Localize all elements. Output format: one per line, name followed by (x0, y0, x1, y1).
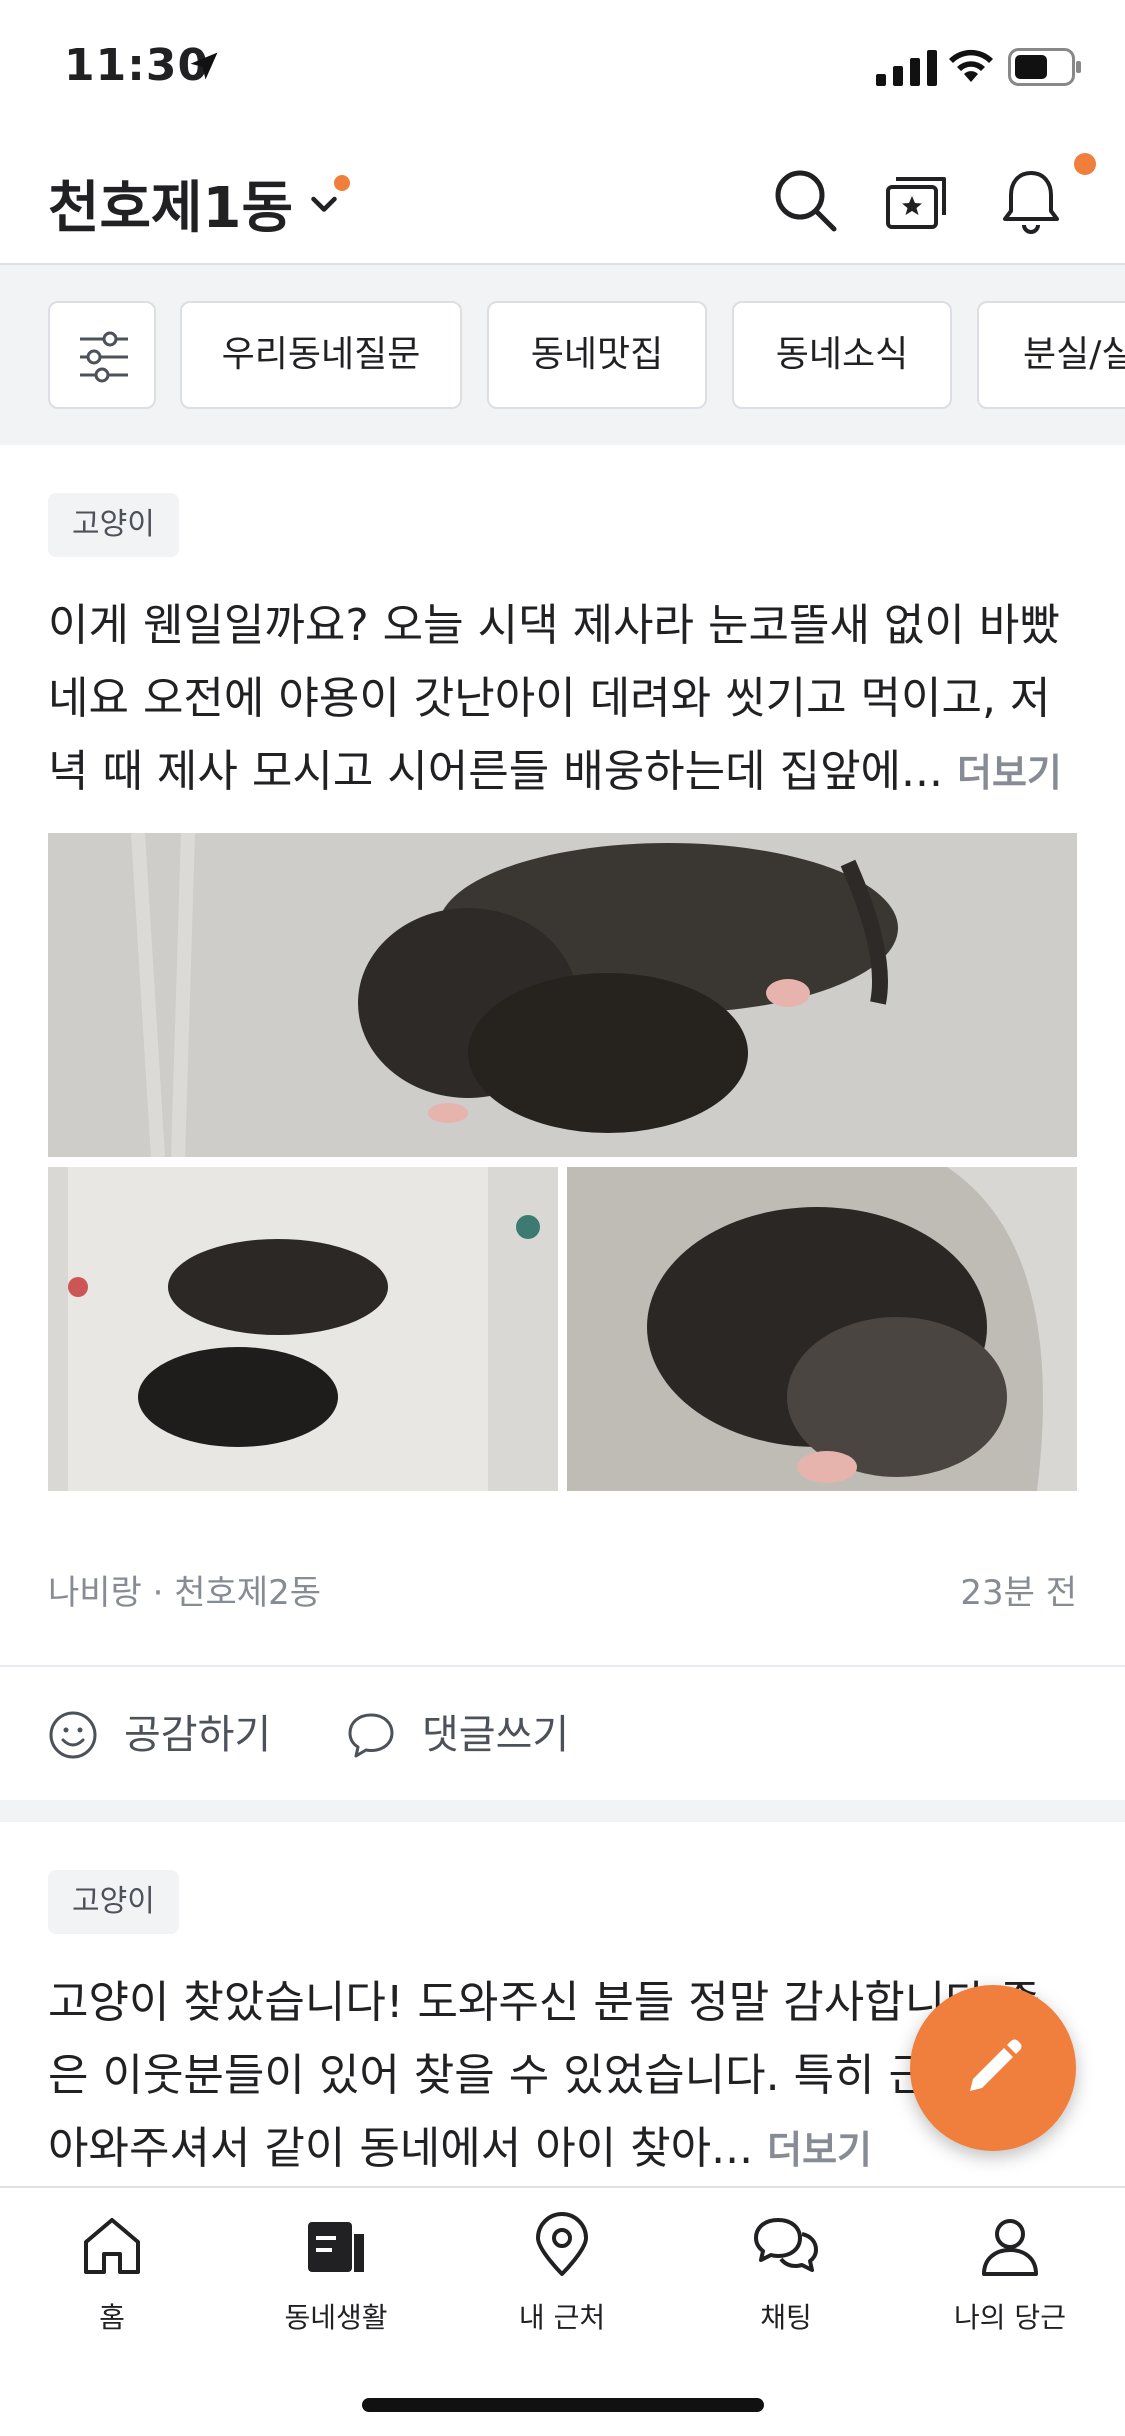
home-icon (84, 2218, 140, 2274)
tab-label: 내 근처 (518, 2301, 606, 2334)
status-bar: 11:30 (0, 0, 1125, 135)
post-separator (0, 1800, 1125, 1822)
post-body: 이게 웬일일까요? 오늘 시댁 제사라 눈코뜰새 없이 바빴네요 오전에 야용이… (48, 589, 1078, 810)
notification-bell-icon[interactable] (996, 165, 1066, 235)
cellular-signal-icon (876, 50, 937, 86)
filter-settings-button[interactable] (48, 301, 156, 409)
more-link[interactable]: 더보기 (767, 2128, 872, 2172)
tab-label: 동네생활 (284, 2301, 388, 2334)
chat-icon (754, 2218, 818, 2272)
post-photo[interactable] (567, 1167, 1077, 1491)
search-icon[interactable] (770, 165, 840, 235)
sliders-icon (80, 331, 128, 383)
location-pin-icon (536, 2212, 588, 2276)
divider (0, 1665, 1125, 1667)
meta-separator: · (152, 1573, 175, 1613)
speech-bubble-icon (348, 1713, 394, 1758)
like-button[interactable]: 공감하기 (48, 1700, 308, 1770)
smiley-icon (49, 1711, 97, 1759)
photo-grid[interactable] (48, 833, 1077, 1491)
post-photo[interactable] (48, 1167, 558, 1491)
author-name[interactable]: 나비랑 (48, 1573, 142, 1613)
author-neighborhood: 천호제2동 (174, 1573, 322, 1613)
location-arrow-icon (190, 52, 218, 80)
chevron-down-icon[interactable] (306, 187, 342, 223)
wifi-icon (949, 49, 993, 82)
category-chip[interactable]: 분실/실 (977, 301, 1125, 409)
tab-label: 채팅 (760, 2301, 812, 2334)
battery-icon (1008, 48, 1081, 86)
post-tag[interactable]: 고양이 (48, 493, 179, 557)
category-chip[interactable]: 우리동네질문 (180, 301, 462, 409)
post-tag[interactable]: 고양이 (48, 1870, 179, 1934)
feed-post[interactable]: 고양이 이게 웬일일까요? 오늘 시댁 제사라 눈코뜰새 없이 바빴네요 오전에… (0, 445, 1125, 1822)
category-chip[interactable]: 동네소식 (732, 301, 952, 409)
category-bar: 우리동네질문 동네맛집 동네소식 분실/실 (0, 265, 1125, 445)
post-meta: 나비랑 · 천호제2동 (48, 1565, 321, 1614)
location-selector[interactable]: 천호제1동 (48, 163, 293, 244)
home-indicator (362, 2398, 764, 2412)
comment-label: 댓글쓰기 (422, 1712, 570, 1758)
post-time: 23분 전 (960, 1573, 1077, 1613)
community-icon (308, 2222, 364, 2272)
tab-chat[interactable]: 채팅 (686, 2210, 886, 2350)
kitten-photo-image (48, 833, 1077, 1157)
more-link[interactable]: 더보기 (957, 751, 1062, 795)
tab-nearby[interactable]: 내 근처 (462, 2210, 662, 2350)
kitten-photo-image (567, 1167, 1077, 1491)
person-icon (982, 2219, 1038, 2276)
location-new-dot (334, 175, 350, 191)
post-photo[interactable] (48, 833, 1077, 1157)
write-post-button[interactable] (910, 1985, 1076, 2151)
like-label: 공감하기 (124, 1712, 272, 1758)
notification-badge (1074, 153, 1096, 175)
tab-label: 나의 당근 (954, 2301, 1066, 2334)
tab-label: 홈 (99, 2301, 125, 2334)
bottom-tab-bar: 홈 동네생활 내 근처 채팅 나의 당근 (0, 2186, 1125, 2436)
pencil-icon (970, 2039, 1022, 2091)
top-header: 천호제1동 (0, 135, 1125, 265)
tab-my-profile[interactable]: 나의 당근 (910, 2210, 1110, 2350)
post-text: 이게 웬일일까요? 오늘 시댁 제사라 눈코뜰새 없이 바빴네요 오전에 야용이… (48, 600, 1060, 797)
favorites-icon[interactable] (882, 165, 952, 235)
comment-button[interactable]: 댓글쓰기 (346, 1700, 606, 1770)
category-chip[interactable]: 동네맛집 (487, 301, 707, 409)
kitten-photo-image (48, 1167, 558, 1491)
tab-community[interactable]: 동네생활 (236, 2210, 436, 2350)
tab-home[interactable]: 홈 (12, 2210, 212, 2350)
